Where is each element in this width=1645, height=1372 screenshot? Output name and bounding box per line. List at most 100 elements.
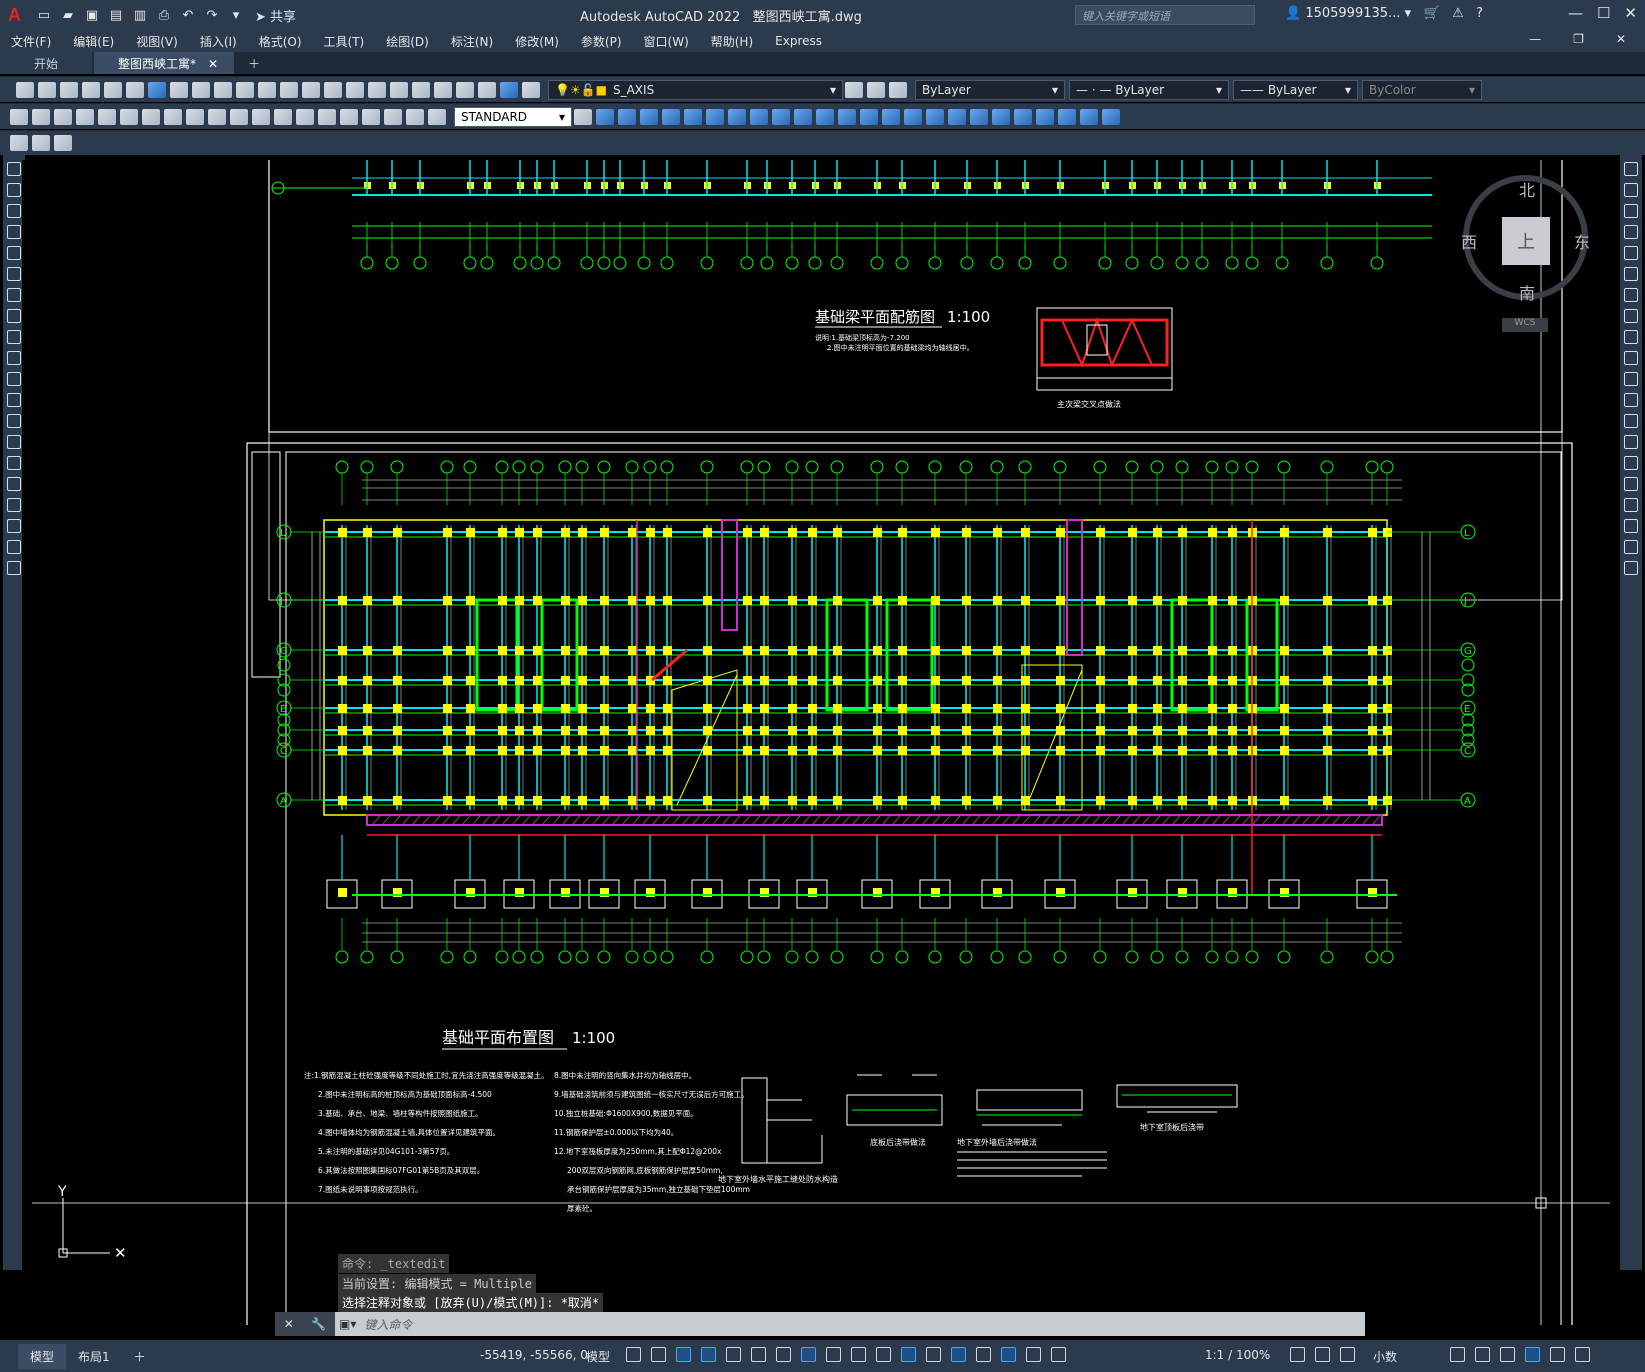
- draw-tool-icon-14[interactable]: [7, 456, 21, 470]
- modify-tool-icon-4[interactable]: [1624, 246, 1638, 260]
- solid-slice-icon[interactable]: [684, 108, 702, 125]
- solid-shell-icon[interactable]: [926, 108, 944, 125]
- ortho-icon[interactable]: [701, 1347, 716, 1362]
- lock-ui-icon[interactable]: [1475, 1347, 1490, 1362]
- redo-icon[interactable]: ↷: [203, 7, 221, 23]
- quick-properties-icon[interactable]: [1450, 1347, 1465, 1362]
- draw-tool-icon-9[interactable]: [7, 351, 21, 365]
- viewcube-east[interactable]: 东: [1574, 229, 1590, 253]
- solid-imprint-icon[interactable]: [948, 108, 966, 125]
- saveas-icon[interactable]: ▤: [107, 7, 125, 23]
- add-layout-button[interactable]: ＋: [122, 1344, 158, 1369]
- menu-item-0[interactable]: 文件(F): [0, 33, 62, 50]
- menu-item-6[interactable]: 绘图(D): [375, 33, 440, 50]
- solid-check-icon[interactable]: [1014, 108, 1032, 125]
- draw-tool-icon-12[interactable]: [7, 414, 21, 428]
- export-icon[interactable]: ▥: [131, 7, 149, 23]
- modify-tool-icon-2[interactable]: [1624, 204, 1638, 218]
- block-insert-icon[interactable]: [32, 135, 50, 151]
- minimize-icon[interactable]: —: [1568, 4, 1583, 22]
- draw-tool-icon-3[interactable]: [7, 225, 21, 239]
- menu-item-11[interactable]: 帮助(H): [700, 33, 764, 50]
- dim-angular-icon[interactable]: [164, 108, 182, 125]
- draw-tool-icon-8[interactable]: [7, 330, 21, 344]
- draw-tool-icon-10[interactable]: [7, 372, 21, 386]
- draw-tool-icon-17[interactable]: [7, 519, 21, 533]
- menu-item-12[interactable]: Express: [764, 34, 833, 48]
- user-account[interactable]: 👤 1505999135... ▾ 🛒 ⚠ ?: [1285, 6, 1483, 21]
- help-icon[interactable]: [500, 81, 518, 98]
- jogged-linear-icon[interactable]: [362, 108, 380, 125]
- modify-tool-icon-3[interactable]: [1624, 225, 1638, 239]
- menu-item-9[interactable]: 参数(P): [570, 33, 633, 50]
- print-icon[interactable]: ⎙: [155, 7, 173, 23]
- modify-tool-icon-9[interactable]: [1624, 351, 1638, 365]
- dim-baseline-icon[interactable]: [208, 108, 226, 125]
- layer-previous-icon[interactable]: [845, 81, 863, 98]
- selection-cycling-icon[interactable]: [876, 1347, 891, 1362]
- command-input[interactable]: 键入命令: [356, 1316, 412, 1333]
- modify-tool-icon-16[interactable]: [1624, 498, 1638, 512]
- dynamic-ucs-icon[interactable]: [926, 1347, 941, 1362]
- modify-tool-icon-15[interactable]: [1624, 477, 1638, 491]
- solid-copy-icon[interactable]: [1080, 108, 1098, 125]
- solid-intersect-icon[interactable]: [662, 108, 680, 125]
- close-tab-icon[interactable]: ✕: [208, 57, 218, 71]
- draw-tool-icon-13[interactable]: [7, 435, 21, 449]
- modify-tool-icon-13[interactable]: [1624, 435, 1638, 449]
- solid-fillet-icon[interactable]: [882, 108, 900, 125]
- model-space-button[interactable]: 模型: [586, 1348, 610, 1365]
- hardware-acceleration-icon[interactable]: [1525, 1347, 1540, 1362]
- new-icon[interactable]: [16, 81, 34, 98]
- solid-chamfer-icon[interactable]: [904, 108, 922, 125]
- selection-filter-icon[interactable]: [951, 1347, 966, 1362]
- undo-icon[interactable]: [258, 81, 276, 98]
- layer-dropdown[interactable]: 💡☀🔓■ S_AXIS ▾: [548, 79, 843, 100]
- model-tab[interactable]: 模型: [18, 1343, 67, 1369]
- solid-move-icon[interactable]: [772, 108, 790, 125]
- solid-color-icon[interactable]: [1102, 108, 1120, 125]
- new-tab-button[interactable]: ＋: [236, 52, 272, 74]
- plot-icon[interactable]: [82, 81, 100, 98]
- viewcube-west[interactable]: 西: [1461, 229, 1477, 253]
- doc-close-icon[interactable]: ✕: [1605, 32, 1637, 46]
- draw-tool-icon-16[interactable]: [7, 498, 21, 512]
- undo-icon[interactable]: ↶: [179, 7, 197, 23]
- dim-continue-icon[interactable]: [230, 108, 248, 125]
- coordinates-readout[interactable]: -55419, -55566, 0: [480, 1348, 588, 1362]
- dim-break-icon[interactable]: [274, 108, 292, 125]
- modify-tool-icon-6[interactable]: [1624, 288, 1638, 302]
- paste-icon[interactable]: [214, 81, 232, 98]
- solid-separate-icon[interactable]: [970, 108, 988, 125]
- menu-item-10[interactable]: 窗口(W): [633, 33, 700, 50]
- draw-tool-icon-0[interactable]: [7, 162, 21, 176]
- solid-box-icon[interactable]: [728, 108, 746, 125]
- dim-jogged-icon[interactable]: [120, 108, 138, 125]
- modify-tool-icon-0[interactable]: [1624, 162, 1638, 176]
- close-icon[interactable]: ✕: [1624, 4, 1637, 22]
- solid-clean-icon[interactable]: [992, 108, 1010, 125]
- solid-union-icon[interactable]: [618, 108, 636, 125]
- match-icon[interactable]: [236, 81, 254, 98]
- menu-item-3[interactable]: 插入(I): [189, 33, 248, 50]
- transparency-icon[interactable]: [851, 1347, 866, 1362]
- solid-rotate-icon[interactable]: [794, 108, 812, 125]
- solid-taper-icon[interactable]: [1058, 108, 1076, 125]
- modify-tool-icon-17[interactable]: [1624, 519, 1638, 533]
- publish-icon[interactable]: [126, 81, 144, 98]
- auto-scale-icon[interactable]: [1026, 1347, 1041, 1362]
- draw-tool-icon-4[interactable]: [7, 246, 21, 260]
- menu-item-1[interactable]: 编辑(E): [62, 33, 125, 50]
- draw-tool-icon-2[interactable]: [7, 204, 21, 218]
- dim-diameter-icon[interactable]: [142, 108, 160, 125]
- dim-ordinate-icon[interactable]: [76, 108, 94, 125]
- dim-linear-icon[interactable]: [10, 108, 28, 125]
- osnap-icon[interactable]: [801, 1347, 816, 1362]
- sheet-set-icon[interactable]: [456, 81, 474, 98]
- tool-palette-icon[interactable]: [434, 81, 452, 98]
- quick-dim-icon[interactable]: [186, 108, 204, 125]
- tolerance-icon[interactable]: [296, 108, 314, 125]
- wcs-menu[interactable]: WCS: [1502, 318, 1548, 332]
- color-dropdown[interactable]: ByLayer ▾: [915, 79, 1065, 100]
- menu-item-7[interactable]: 标注(N): [440, 33, 504, 50]
